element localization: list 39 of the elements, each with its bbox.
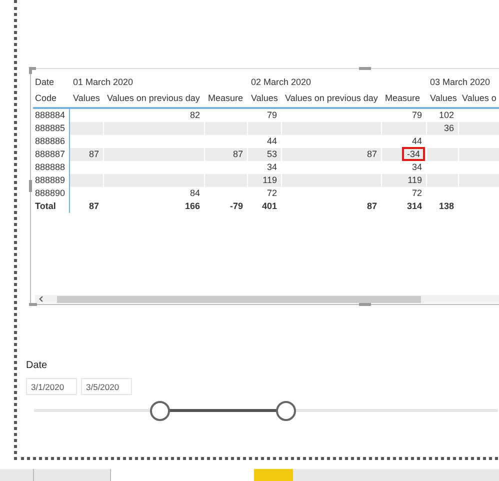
column-header: Values o — [461, 92, 498, 105]
table-cell: 36 — [427, 122, 459, 135]
end-date-field[interactable]: 3/5/2020 — [81, 378, 132, 395]
slider-handle[interactable] — [150, 401, 170, 421]
date-group-header: 02 March 2020 — [250, 77, 312, 87]
start-date-field[interactable]: 3/1/2020 — [26, 378, 77, 395]
column-header: Values — [429, 92, 458, 105]
table-cell: 87 — [70, 148, 104, 161]
column-header: Measure — [207, 92, 244, 105]
scroll-left-icon[interactable] — [39, 296, 43, 302]
resize-handle[interactable] — [359, 67, 371, 70]
table-cell: 87 — [205, 148, 248, 161]
column-header: Code — [34, 92, 58, 105]
table-cell: 119 — [248, 174, 282, 187]
resize-handle[interactable] — [359, 303, 371, 306]
table-cell: 119 — [382, 174, 427, 187]
total-label: Total — [33, 200, 70, 213]
table-cell: 87 — [282, 148, 382, 161]
row-header-cell: 888887 — [33, 148, 70, 161]
slider-handle[interactable] — [276, 401, 296, 421]
annotation-box: -34 — [402, 147, 425, 161]
scrollbar-thumb[interactable] — [57, 296, 421, 302]
column-header: Values — [72, 92, 101, 105]
column-header: Measure — [384, 92, 422, 105]
slicer-title: Date — [26, 360, 48, 371]
column-header: Date — [34, 76, 56, 89]
column-header: Values on previous day — [284, 92, 379, 105]
date-group-header: 03 March 2020 — [429, 77, 490, 87]
resize-handle[interactable] — [29, 180, 32, 192]
new-page-button[interactable] — [254, 469, 293, 481]
column-header: Values — [250, 92, 279, 105]
horizontal-scrollbar[interactable] — [35, 295, 499, 303]
row-header-cell: 888885 — [33, 122, 70, 135]
date-group-header: 01 March 2020 — [72, 77, 134, 87]
page-tab[interactable] — [111, 469, 254, 481]
table-cell: 53 — [248, 148, 282, 161]
row-header-cell: 888889 — [33, 174, 70, 187]
resize-handle[interactable] — [29, 303, 37, 306]
column-header: Values on previous day — [106, 92, 201, 105]
